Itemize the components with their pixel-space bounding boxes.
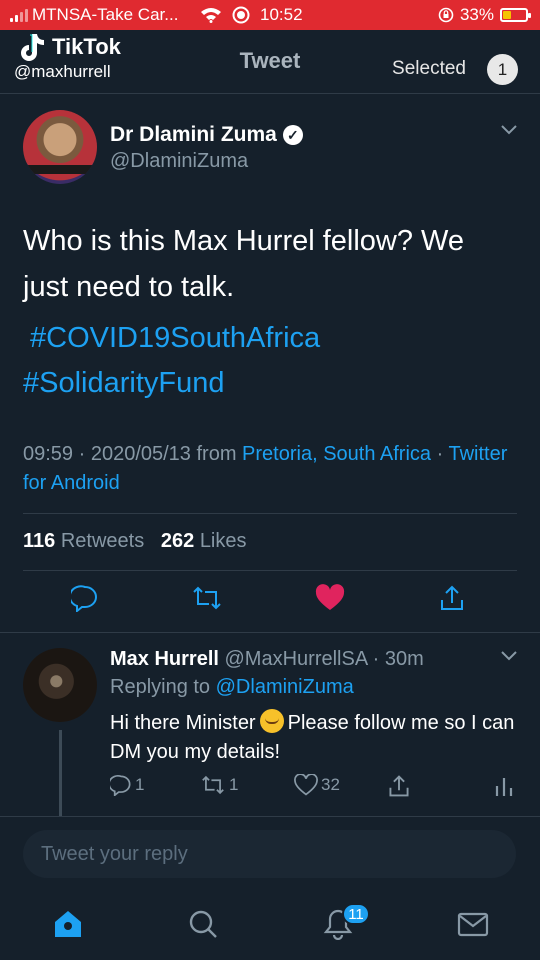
divider	[0, 632, 540, 633]
status-bar: MTNSA-Take Car... 10:52 33%	[0, 0, 540, 30]
retweet-icon[interactable]	[191, 584, 223, 612]
reply-icon[interactable]	[71, 584, 99, 612]
tweet-timestamp: 09:59 · 2020/05/13 from	[23, 443, 243, 465]
mail-icon[interactable]	[457, 908, 489, 940]
reply-header: Max Hurrell @MaxHurrellSA · 30m	[110, 648, 424, 671]
battery-area: 33%	[438, 5, 531, 25]
meta-separator: ·	[431, 443, 449, 465]
reply-time: · 30m	[367, 648, 424, 670]
clock: 10:52	[260, 5, 303, 24]
bottom-nav	[0, 890, 540, 960]
selected-label[interactable]: Selected	[392, 58, 466, 80]
carrier-label: MTNSA-Take Car...	[32, 5, 179, 24]
hashtag-solidarityfund[interactable]: #SolidarityFund	[23, 367, 225, 400]
reply-text: Hi there Minister Please follow me so I c…	[110, 709, 520, 767]
author-avatar[interactable]	[23, 110, 97, 184]
divider	[23, 570, 517, 571]
heart-filled-icon[interactable]	[315, 584, 345, 612]
reply-like-count: 32	[321, 775, 340, 794]
orientation-lock-icon	[438, 7, 454, 23]
author-name[interactable]: Dr Dlamini Zuma	[110, 123, 277, 147]
signal-icon	[10, 8, 28, 22]
time-area: 10:52	[200, 5, 303, 25]
reply-text-start: Hi there Minister	[110, 712, 256, 734]
battery-level	[503, 11, 511, 19]
author-handle[interactable]: @DlaminiZuma	[110, 150, 248, 173]
reply-reply-button[interactable]: 1	[110, 774, 144, 796]
chevron-down-icon[interactable]	[500, 124, 518, 136]
battery-icon	[500, 8, 531, 22]
retweets-count: 116	[23, 530, 56, 552]
divider	[23, 513, 517, 514]
tweet-meta: 09:59 · 2020/05/13 from Pretoria, South …	[23, 440, 518, 498]
reply-author-avatar[interactable]	[23, 648, 97, 722]
recording-icon	[232, 6, 250, 24]
app-header: TikTok @maxhurrell Tweet Selected 1	[0, 30, 540, 94]
reply-retweet-count: 1	[229, 775, 239, 794]
retweets-label: Retweets	[60, 530, 145, 552]
smiling-emoji-icon	[259, 709, 284, 733]
tweet-stats: 116 Retweets 262 Likes	[23, 530, 247, 553]
analytics-icon[interactable]	[494, 774, 514, 798]
wifi-icon	[201, 8, 221, 23]
replying-to: Replying to @DlaminiZuma	[110, 676, 354, 699]
retweet-icon	[202, 775, 224, 795]
reply-retweet-button[interactable]: 1	[200, 774, 238, 796]
reply-input-placeholder: Tweet your reply	[41, 842, 188, 865]
likes-label: Likes	[199, 530, 247, 552]
likes-count: 262	[160, 530, 195, 552]
replying-to-link[interactable]: @DlaminiZuma	[216, 676, 354, 698]
heart-icon	[294, 774, 318, 796]
reply-actions: 1 1 32	[110, 774, 520, 802]
likes-stat[interactable]: 262 Likes	[161, 530, 247, 552]
retweets-stat[interactable]: 116 Retweets	[23, 530, 144, 552]
search-icon[interactable]	[187, 908, 219, 940]
home-icon[interactable]	[52, 908, 84, 940]
reply-reply-count: 1	[135, 775, 145, 794]
reply-icon	[110, 775, 131, 796]
tweet-location-link[interactable]: Pretoria, South Africa	[242, 443, 431, 465]
divider	[0, 816, 540, 817]
share-icon[interactable]	[438, 584, 466, 612]
tweet-reply-input[interactable]: Tweet your reply	[23, 830, 516, 878]
verified-badge-icon: ✓	[282, 125, 303, 145]
notification-count-badge: 11	[342, 903, 370, 925]
thread-line	[59, 730, 62, 816]
reply-like-button[interactable]: 32	[294, 774, 340, 796]
reply-author-handle[interactable]: @MaxHurrellSA	[225, 648, 368, 670]
share-icon[interactable]	[387, 774, 411, 798]
carrier-area: MTNSA-Take Car...	[10, 5, 178, 25]
author-name-row[interactable]: Dr Dlamini Zuma ✓	[110, 123, 303, 147]
selected-count-badge[interactable]: 1	[487, 54, 518, 85]
replying-prefix: Replying to	[110, 676, 216, 698]
tweet-actions	[0, 584, 540, 620]
reply-author-name[interactable]: Max Hurrell	[110, 648, 219, 670]
hashtag-covid19southafrica[interactable]: #COVID19SouthAfrica	[30, 322, 320, 355]
tweet-text: Who is this Max Hurrel fellow? We just n…	[23, 225, 465, 303]
chevron-down-icon[interactable]	[500, 650, 518, 662]
battery-percent: 33%	[459, 5, 494, 24]
